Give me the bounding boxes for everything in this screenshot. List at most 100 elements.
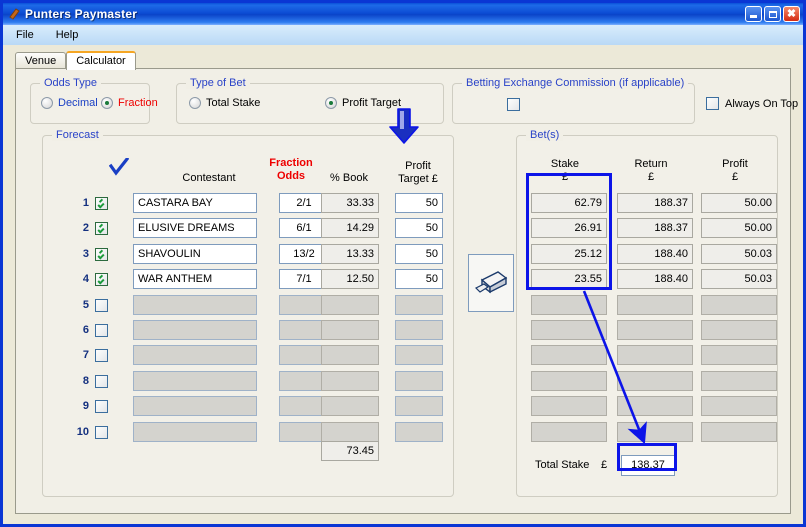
checkbox-checked-icon <box>95 247 108 261</box>
checkbox-checked-icon <box>95 197 108 210</box>
forecast-book-field <box>321 421 379 442</box>
close-icon: ✖ <box>786 7 797 20</box>
radio-total-stake-label: Total Stake <box>206 97 261 109</box>
forecast-book-field[interactable]: 12.50 <box>321 269 379 290</box>
forecast-target-field <box>395 294 443 315</box>
header-stake-line2: £ <box>561 171 569 183</box>
radio-fraction[interactable]: Fraction <box>101 97 158 109</box>
tab-venue[interactable]: Venue <box>15 52 67 69</box>
restore-icon <box>768 10 777 18</box>
header-return-line1: Return <box>634 158 668 170</box>
forecast-row-checkbox[interactable] <box>95 298 108 312</box>
bet-profit-field: 50.00 <box>701 193 777 213</box>
forecast-target-field <box>395 345 443 366</box>
forecast-book-field <box>321 294 379 315</box>
close-button[interactable]: ✖ <box>783 6 800 22</box>
forecast-contestant-field[interactable]: CASTARA BAY <box>133 193 257 213</box>
tab-calculator[interactable]: Calculator <box>66 51 136 70</box>
bet-profit-field: 50.00 <box>701 218 777 239</box>
header-stake-line1: Stake <box>550 158 580 170</box>
commission-checkbox[interactable] <box>507 98 520 111</box>
forecast-row-checkbox[interactable] <box>95 247 108 261</box>
window-controls: ✖ <box>745 6 803 22</box>
menu-item-help[interactable]: Help <box>47 27 88 43</box>
type-of-bet-legend: Type of Bet <box>186 77 250 89</box>
radio-total-stake-dot <box>189 97 201 109</box>
bets-group: Bet(s) Stake £ Return £ Profit £ 62.79 18… <box>516 129 778 497</box>
menu-item-file[interactable]: File <box>7 27 43 43</box>
bet-stake-field: 26.91 <box>531 218 607 239</box>
commission-group: Betting Exchange Commission (if applicab… <box>452 77 695 124</box>
bet-profit-field <box>701 320 777 340</box>
forecast-row-checkbox[interactable] <box>95 425 108 439</box>
bet-stake-field: 62.79 <box>531 193 607 213</box>
forecast-target-field <box>395 320 443 340</box>
header-book: % Book <box>330 172 368 184</box>
forecast-row-checkbox[interactable] <box>95 374 108 388</box>
bet-stake-field <box>531 421 607 442</box>
forecast-row-checkbox[interactable] <box>95 349 108 363</box>
bet-return-field <box>617 421 693 442</box>
forecast-row-checkbox[interactable] <box>95 197 108 210</box>
checkbox-unchecked-icon <box>95 425 108 439</box>
radio-fraction-label: Fraction <box>118 97 158 109</box>
header-profit-line2: £ <box>731 171 739 183</box>
book-total-field: 73.45 <box>321 441 379 461</box>
forecast-row-checkbox[interactable] <box>95 324 108 337</box>
checkbox-unchecked-icon <box>95 374 108 388</box>
forecast-row-number: 1 <box>82 197 89 209</box>
bet-profit-field: 50.03 <box>701 243 777 264</box>
forecast-contestant-field[interactable]: WAR ANTHEM <box>133 269 257 290</box>
bet-stake-field: 23.55 <box>531 269 607 290</box>
header-target-line2: Target £ <box>398 173 438 185</box>
forecast-target-field <box>395 396 443 417</box>
always-on-top-checkbox[interactable]: Always On Top <box>706 97 798 110</box>
forecast-contestant-field[interactable]: ELUSIVE DREAMS <box>133 218 257 239</box>
bet-stake-field <box>531 345 607 366</box>
forecast-row-checkbox[interactable] <box>95 273 108 287</box>
forecast-target-field[interactable]: 50 <box>395 218 443 239</box>
forecast-row-number: 3 <box>82 247 89 260</box>
checkbox-checked-icon <box>95 273 108 287</box>
header-profit-line1: Profit <box>722 158 748 170</box>
forecast-row-checkbox[interactable] <box>95 400 108 414</box>
window-title: Punters Paymaster <box>25 7 138 21</box>
forecast-row-number: 10 <box>76 425 89 438</box>
radio-total-stake[interactable]: Total Stake <box>189 97 260 109</box>
maximize-button[interactable] <box>764 6 781 22</box>
forecast-target-field <box>395 421 443 442</box>
checkbox-unchecked-icon <box>95 298 108 312</box>
tab-strip: Venue Calculator <box>15 50 791 70</box>
minimize-button[interactable] <box>745 6 762 22</box>
app-icon <box>7 7 21 21</box>
bet-return-field <box>617 294 693 315</box>
forecast-row-number: 5 <box>82 298 89 311</box>
bet-stake-field <box>531 320 607 340</box>
forecast-book-field <box>321 320 379 340</box>
forecast-target-field[interactable]: 50 <box>395 193 443 213</box>
calculate-button[interactable] <box>468 254 514 312</box>
type-of-bet-group: Type of Bet Total Stake Profit Target <box>176 77 444 124</box>
forecast-target-field[interactable]: 50 <box>395 243 443 264</box>
forecast-book-field[interactable]: 14.29 <box>321 218 379 239</box>
bet-return-field <box>617 345 693 366</box>
minimize-icon <box>750 15 757 18</box>
radio-decimal[interactable]: Decimal <box>41 97 98 109</box>
header-contestant: Contestant <box>182 172 236 184</box>
header-return-line2: £ <box>647 171 655 183</box>
calculator-icon <box>474 271 508 294</box>
bet-return-field <box>617 320 693 340</box>
forecast-target-field[interactable]: 50 <box>395 269 443 290</box>
calculator-page: Odds Type Decimal Fraction Type of Bet T… <box>15 68 798 514</box>
bet-stake-field: 25.12 <box>531 243 607 264</box>
radio-profit-target[interactable]: Profit Target <box>325 97 401 109</box>
bet-stake-field <box>531 294 607 315</box>
forecast-book-field[interactable]: 13.33 <box>321 243 379 264</box>
check-all-icon[interactable] <box>108 156 130 176</box>
forecast-row-number: 6 <box>82 324 89 336</box>
header-target-line1: Profit <box>405 160 431 172</box>
forecast-contestant-field[interactable]: SHAVOULIN <box>133 243 257 264</box>
forecast-book-field[interactable]: 33.33 <box>321 193 379 213</box>
forecast-row-checkbox[interactable] <box>95 222 108 236</box>
app-window: Punters Paymaster ✖ File Help Venue Calc… <box>0 0 806 527</box>
